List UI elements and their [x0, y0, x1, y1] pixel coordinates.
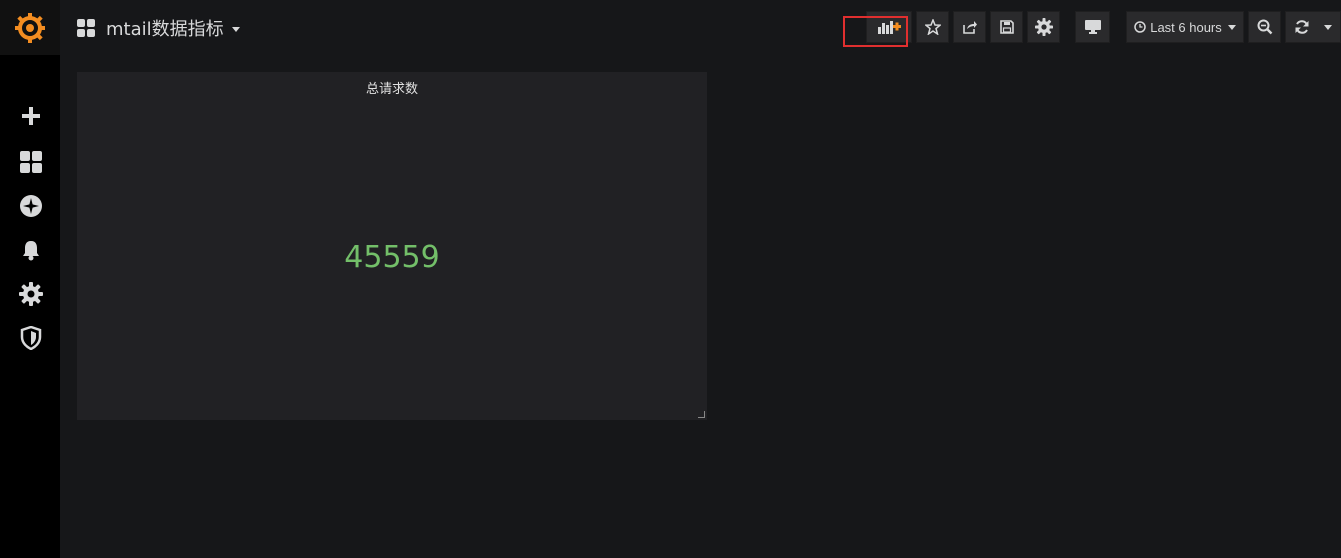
create-icon[interactable] [19, 104, 43, 128]
configuration-icon[interactable] [19, 282, 43, 306]
search-minus-icon [1257, 19, 1272, 35]
time-range-picker[interactable]: Last 6 hours [1126, 11, 1244, 43]
caret-down-icon [231, 26, 240, 32]
zoom-out-button[interactable] [1248, 11, 1281, 43]
resize-handle[interactable] [698, 411, 705, 418]
dashboards-icon[interactable] [19, 150, 43, 174]
explore-icon[interactable] [19, 194, 43, 218]
server-admin-icon[interactable] [19, 326, 43, 350]
dashboard-title-dropdown[interactable]: mtail数据指标 [76, 14, 240, 42]
dashboard-title: mtail数据指标 [106, 19, 224, 40]
grafana-logo[interactable] [0, 0, 60, 55]
grafana-logo-icon [15, 12, 45, 43]
add-panel-icon [878, 21, 901, 34]
panel-title[interactable]: 总请求数 [77, 78, 707, 97]
alerting-icon[interactable] [19, 238, 43, 262]
time-range-label: Last 6 hours [1150, 19, 1222, 35]
share-button[interactable] [953, 11, 986, 43]
save-icon [999, 20, 1014, 34]
stat-value: 45559 [344, 240, 440, 275]
tv-mode-button[interactable] [1075, 11, 1110, 43]
refresh-icon [1295, 20, 1309, 34]
gear-icon [1034, 18, 1053, 36]
sidebar [0, 0, 60, 558]
star-icon [924, 19, 941, 35]
caret-down-icon [1227, 24, 1236, 30]
caret-down-icon [1324, 24, 1332, 30]
clock-icon [1134, 21, 1146, 33]
refresh-button[interactable] [1285, 11, 1341, 43]
monitor-icon [1084, 20, 1101, 34]
stat-panel[interactable]: 总请求数 45559 [77, 72, 707, 420]
dashboards-icon [77, 19, 95, 37]
settings-button[interactable] [1027, 11, 1060, 43]
add-panel-button[interactable] [866, 11, 912, 43]
share-icon [962, 21, 977, 34]
star-button[interactable] [916, 11, 949, 43]
save-button[interactable] [990, 11, 1023, 43]
